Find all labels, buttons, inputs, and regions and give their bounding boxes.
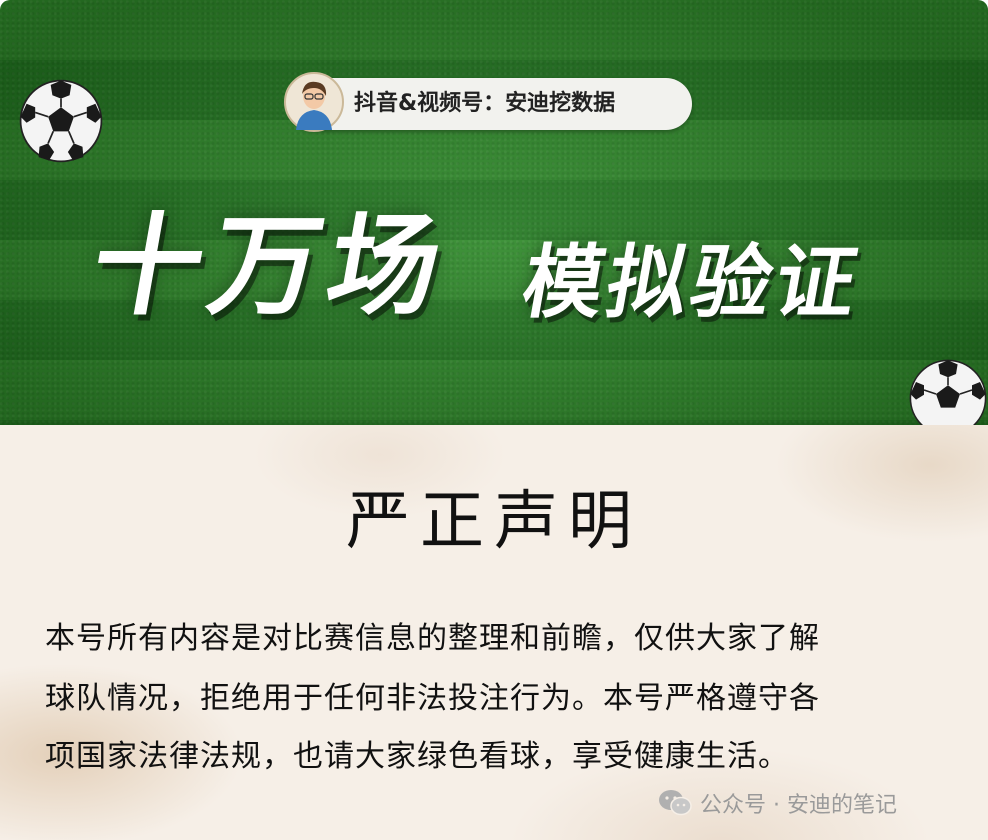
declaration-line: 球队情况，拒绝用于任何非法投注行为。本号严格遵守各 xyxy=(45,681,820,716)
football-banner: 抖音&视频号：安迪挖数据 十万场 模拟验证 xyxy=(0,0,988,425)
soccer-ball-icon xyxy=(19,79,103,163)
account-pill: 抖音&视频号：安迪挖数据 xyxy=(284,72,692,132)
avatar xyxy=(284,72,344,132)
wechat-icon xyxy=(659,790,692,816)
page: 抖音&视频号：安迪挖数据 十万场 模拟验证 严正声明 本号所有内容是对比赛信息的… xyxy=(0,0,988,840)
declaration-line: 项国家法律法规，也请大家绿色看球，享受健康生活。 xyxy=(45,739,789,774)
soccer-ball-icon xyxy=(909,359,987,425)
declaration-title: 严正声明 xyxy=(346,485,642,559)
watermark: 公众号 · 安迪的笔记 xyxy=(658,788,897,818)
watermark-text: 公众号 · 安迪的笔记 xyxy=(700,793,897,818)
account-label: 抖音&视频号：安迪挖数据 xyxy=(354,91,616,116)
banner-title-sub: 模拟验证 xyxy=(515,236,869,329)
declaration-line: 本号所有内容是对比赛信息的整理和前瞻，仅供大家了解 xyxy=(45,621,820,656)
banner-title-main: 十万场 xyxy=(81,202,459,330)
